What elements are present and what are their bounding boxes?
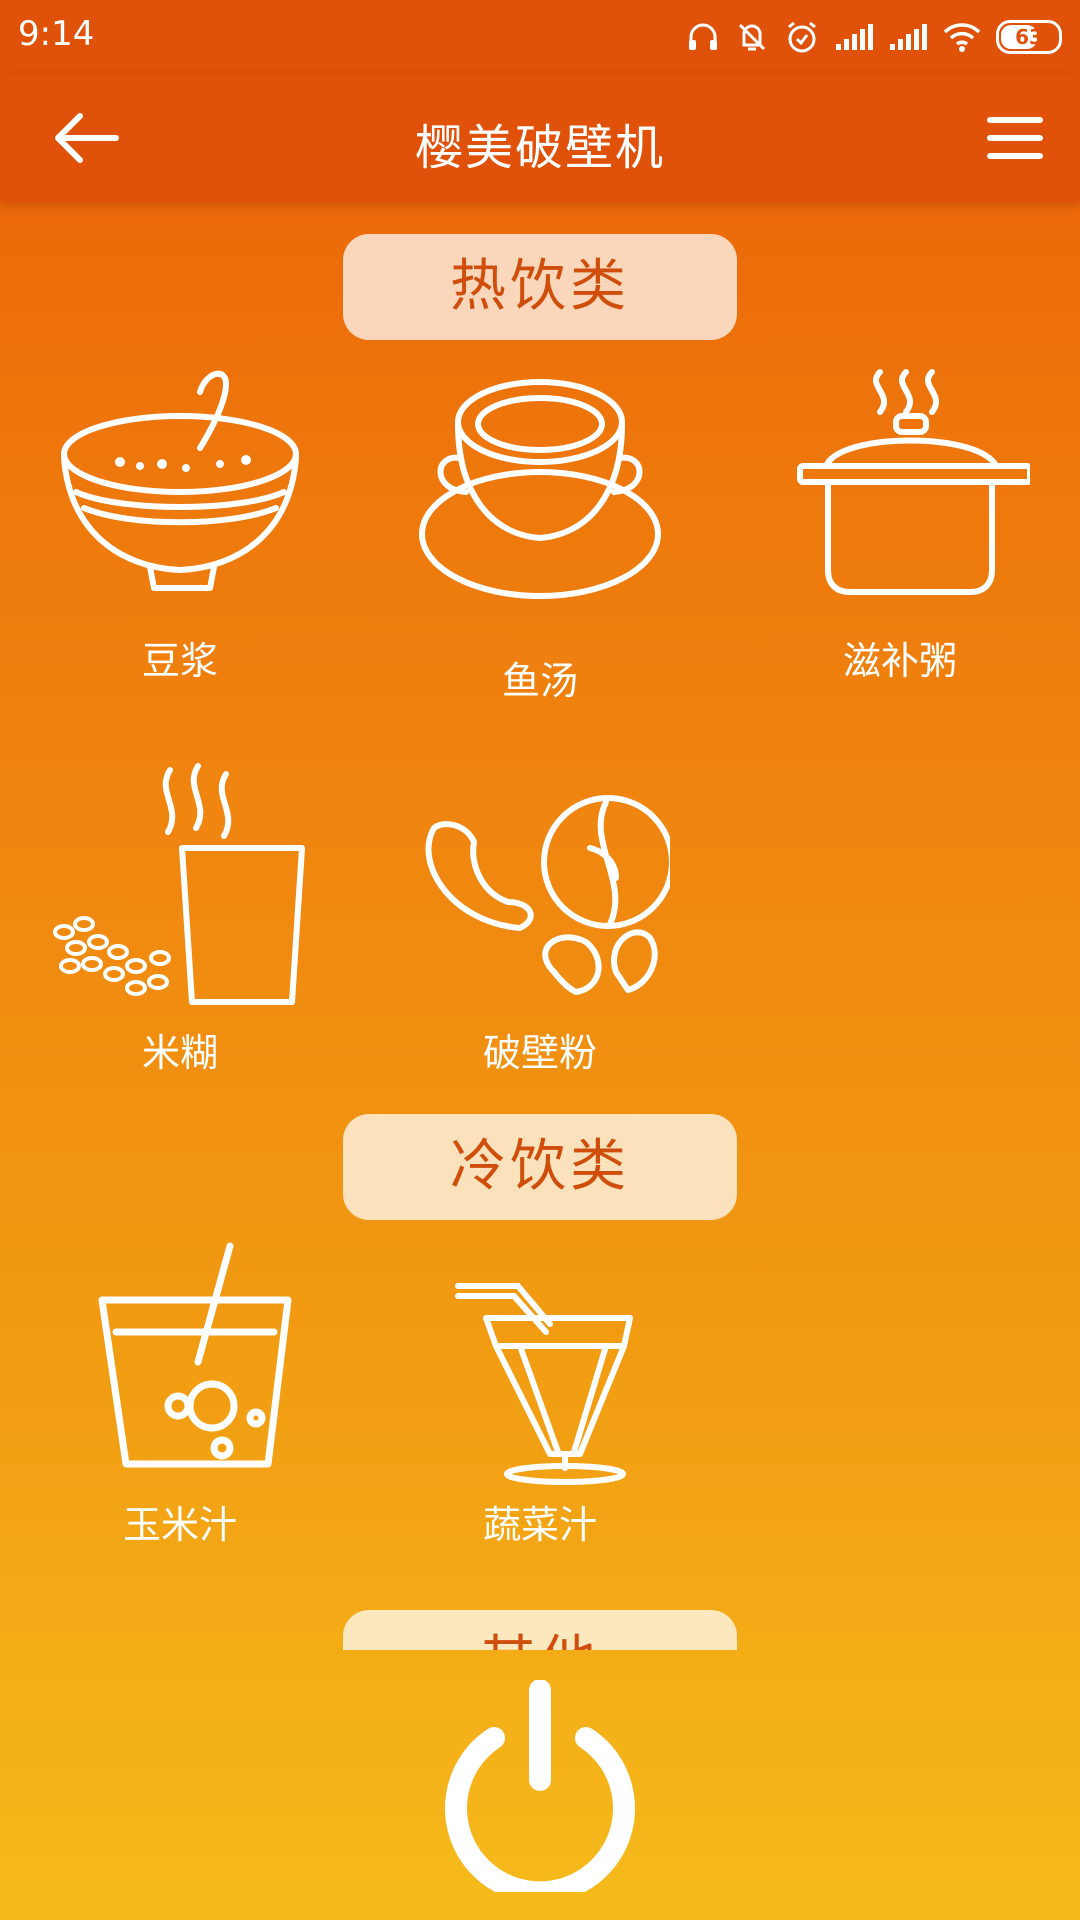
vegetable-juice-glass-icon (455, 1283, 633, 1485)
vibrate-off-icon (738, 23, 766, 51)
recipe-label: 鱼汤 (501, 659, 578, 703)
menu-list[interactable]: 热饮类 豆浆 鱼汤 滋补粥 米糊 破壁粉 冷饮类 玉米汁 蔬菜汁 (0, 202, 1080, 1650)
battery-level: 63 (1015, 25, 1043, 49)
status-time: 9:14 (18, 14, 95, 54)
recipe-tile-rice-paste[interactable]: 米糊 (30, 752, 330, 1075)
app-bar: 樱美破壁机 (0, 74, 1080, 202)
recipe-tile-congee[interactable]: 滋补粥 (750, 362, 1050, 683)
corn-juice-glass-icon (98, 1242, 292, 1468)
recipe-tile-fish-soup[interactable]: 鱼汤 (390, 362, 690, 703)
steaming-pot-icon (797, 369, 1030, 595)
power-icon[interactable] (434, 1680, 646, 1892)
recipe-label: 蔬菜汁 (482, 1503, 597, 1547)
page-title: 樱美破壁机 (414, 120, 665, 176)
recipe-label: 玉米汁 (122, 1503, 237, 1547)
hamburger-menu-icon[interactable] (986, 110, 1044, 166)
signal-icon-2 (890, 24, 927, 50)
soy-milk-bowl-icon (61, 370, 299, 591)
category-cold-label: 冷饮类 (343, 1114, 737, 1220)
headphones-icon (689, 23, 717, 50)
recipe-label: 滋补粥 (842, 639, 957, 683)
nuts-powder-icon (425, 795, 670, 995)
recipe-tile-powder[interactable]: 破壁粉 (390, 752, 690, 1075)
soup-tureen-icon (419, 379, 661, 599)
category-hot-label: 热饮类 (343, 234, 737, 340)
status-icons: 63 (686, 14, 1062, 60)
recipe-label: 米糊 (141, 1031, 218, 1075)
alarm-icon (788, 21, 816, 53)
wifi-icon (943, 23, 981, 52)
category-other-label: 其他 (343, 1610, 737, 1650)
recipe-label: 破壁粉 (482, 1031, 597, 1075)
signal-icon (836, 24, 873, 50)
recipe-tile-vegetable-juice[interactable]: 蔬菜汁 (390, 1242, 690, 1562)
recipe-label: 豆浆 (141, 639, 218, 683)
battery-icon: 63 (996, 20, 1062, 54)
rice-paste-cup-icon (53, 763, 305, 1005)
status-bar: 9:14 63 (0, 0, 1080, 74)
recipe-tile-soy-milk[interactable]: 豆浆 (30, 362, 330, 683)
recipe-tile-corn-juice[interactable]: 玉米汁 (30, 1242, 330, 1562)
